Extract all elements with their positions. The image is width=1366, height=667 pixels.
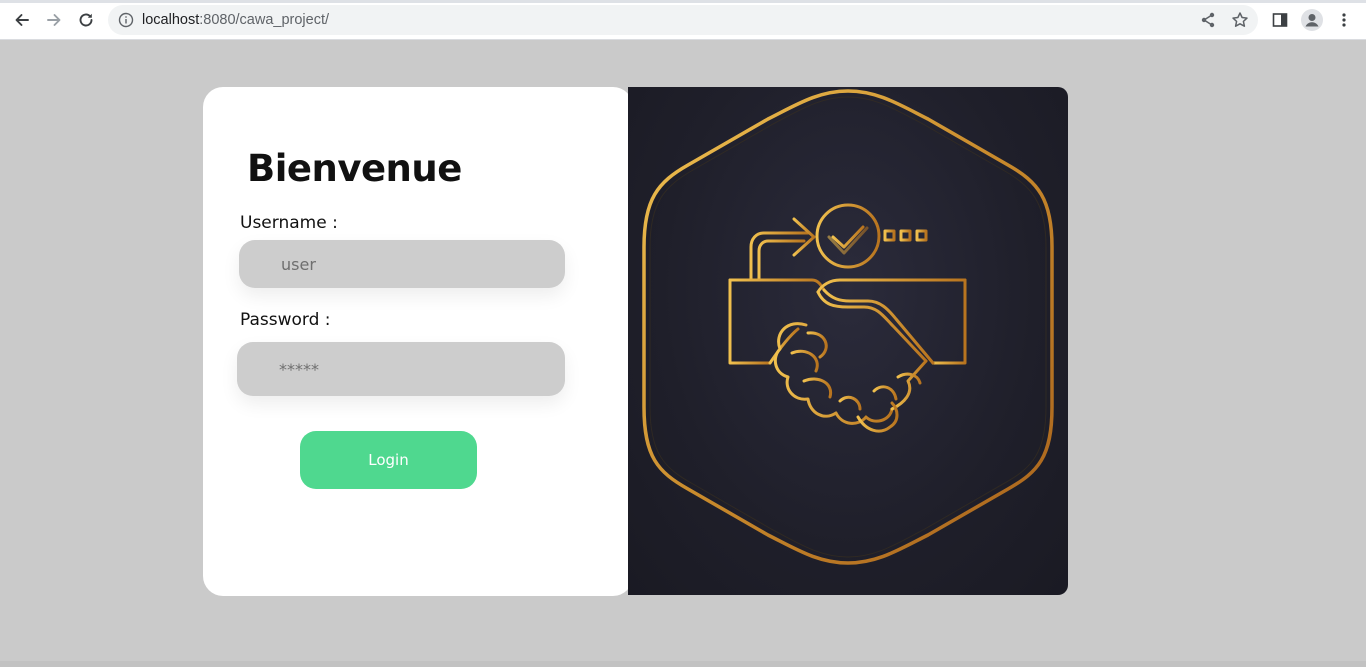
forward-arrow-icon	[47, 14, 61, 26]
reload-button[interactable]	[74, 8, 98, 32]
username-label: Username :	[240, 213, 338, 233]
side-panel-icon	[1272, 13, 1288, 27]
password-input[interactable]	[237, 342, 565, 396]
handshake-agreement-icon	[642, 89, 1054, 565]
illustration-panel	[628, 87, 1068, 595]
address-bar[interactable]: localhost:8080/cawa_project/	[108, 5, 1258, 35]
login-button[interactable]: Login	[300, 431, 477, 489]
url-path: :8080/cawa_project/	[199, 12, 330, 28]
password-label: Password :	[240, 310, 331, 330]
url-text[interactable]: localhost:8080/cawa_project/	[142, 12, 329, 28]
profile-button[interactable]	[1300, 8, 1324, 32]
back-arrow-icon	[15, 14, 29, 26]
forward-button[interactable]	[42, 8, 66, 32]
side-panel-button[interactable]	[1268, 8, 1292, 32]
browser-toolbar: localhost:8080/cawa_project/	[0, 0, 1366, 40]
menu-button[interactable]	[1332, 8, 1356, 32]
star-icon[interactable]	[1231, 11, 1249, 29]
reload-icon	[79, 13, 93, 27]
page-bottom-edge	[0, 661, 1366, 667]
info-icon[interactable]	[118, 12, 134, 28]
page-viewport: Bienvenue Username : Password : Login	[0, 41, 1366, 667]
tab-strip-edge	[0, 0, 1366, 3]
url-host: localhost	[142, 12, 200, 28]
login-card: Bienvenue Username : Password : Login	[203, 87, 633, 596]
share-icon[interactable]	[1199, 11, 1217, 29]
username-input[interactable]	[239, 240, 565, 288]
page-title: Bienvenue	[247, 147, 462, 190]
kebab-menu-icon	[1342, 13, 1346, 27]
profile-icon	[1301, 9, 1323, 31]
back-button[interactable]	[10, 8, 34, 32]
